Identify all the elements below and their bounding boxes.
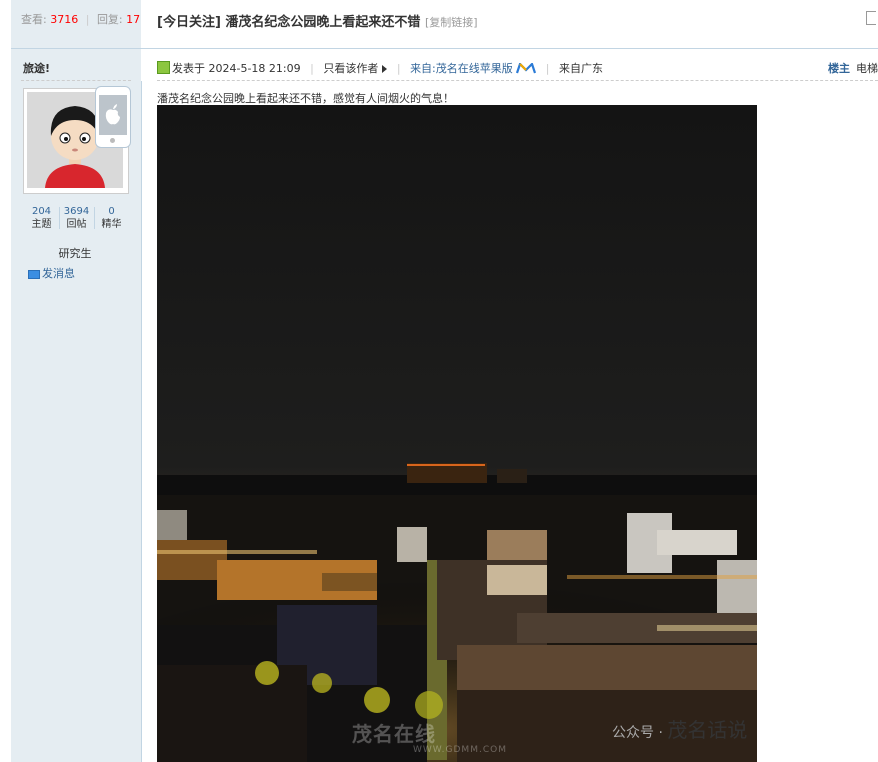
- digest-count[interactable]: 0 精华: [94, 205, 129, 231]
- watermark-right: 公众号 · 茂名话说: [612, 714, 747, 743]
- floor-label: 楼主: [828, 62, 850, 75]
- post-photo[interactable]: [157, 105, 757, 762]
- thread-stats: 查看: 3716 | 回复: 17: [11, 0, 141, 49]
- watermark-brand: 茂名话说: [667, 718, 748, 742]
- meta-divider: |: [396, 62, 401, 75]
- post-meta-bar: 发表于 2024-5-18 21:09 | 只看该作者 | 来自:茂名在线苹果版…: [141, 49, 878, 81]
- home-button: [110, 138, 115, 143]
- replies-count: 17: [126, 13, 141, 26]
- print-icon[interactable]: [866, 11, 876, 25]
- send-message-label: 发消息: [42, 267, 75, 280]
- envelope-icon: [28, 269, 40, 279]
- copy-link-button[interactable]: [复制链接]: [425, 16, 478, 29]
- topics-count[interactable]: 204 主题: [24, 205, 59, 231]
- post-meta: 发表于 2024-5-18 21:09 | 只看该作者 | 来自:茂名在线苹果版…: [157, 60, 603, 76]
- send-message-link[interactable]: 发消息: [28, 265, 75, 281]
- source-app-link[interactable]: 来自:茂名在线苹果版: [410, 62, 513, 75]
- floor-info: 楼主 电梯: [828, 60, 878, 76]
- watermark-url: WWW.GDMM.COM: [413, 745, 507, 755]
- watermark-left: 茂名在线: [352, 722, 436, 746]
- author-divider: [21, 80, 131, 81]
- watermark-prefix: 公众号 ·: [612, 725, 668, 741]
- meta-divider-line: [157, 80, 878, 81]
- elevator-link[interactable]: 电梯: [856, 62, 878, 75]
- author-sidebar: 查看: 3716 | 回复: 17 旅途! 204 主题 3694 回帖 0 精…: [11, 0, 142, 762]
- user-rank: 研究生: [58, 247, 92, 260]
- thread-title-text: [今日关注] 潘茂名纪念公园晚上看起来还不错: [157, 15, 421, 30]
- post-region: 来自广东: [559, 62, 603, 75]
- stats-divider: |: [85, 13, 90, 26]
- views-label: 查看:: [21, 13, 47, 26]
- post-body-text: 潘茂名纪念公园晚上看起来还不错，感觉有人间烟火的气息！: [157, 92, 454, 105]
- thread-title: [今日关注] 潘茂名纪念公园晚上看起来还不错 [复制链接]: [157, 11, 478, 30]
- arrow-right-icon: [382, 65, 388, 73]
- views-count: 3716: [50, 13, 79, 26]
- thread-header: [今日关注] 潘茂名纪念公园晚上看起来还不错 [复制链接]: [141, 0, 878, 49]
- author-counts: 204 主题 3694 回帖 0 精华: [24, 205, 129, 231]
- mobile-client-badge: [95, 86, 131, 148]
- post-time: 发表于 2024-5-18 21:09: [172, 62, 301, 75]
- replies-label: 回复:: [96, 13, 123, 26]
- apple-icon: [99, 95, 127, 135]
- online-status-icon: [157, 61, 170, 74]
- night-city-photo: [157, 105, 757, 762]
- replies-posted-count[interactable]: 3694 回帖: [59, 205, 94, 231]
- meta-divider: |: [545, 62, 550, 75]
- only-author-link[interactable]: 只看该作者: [323, 62, 388, 75]
- meta-divider: |: [310, 62, 314, 75]
- author-name[interactable]: 旅途!: [23, 60, 50, 76]
- app-logo-icon: [516, 63, 537, 74]
